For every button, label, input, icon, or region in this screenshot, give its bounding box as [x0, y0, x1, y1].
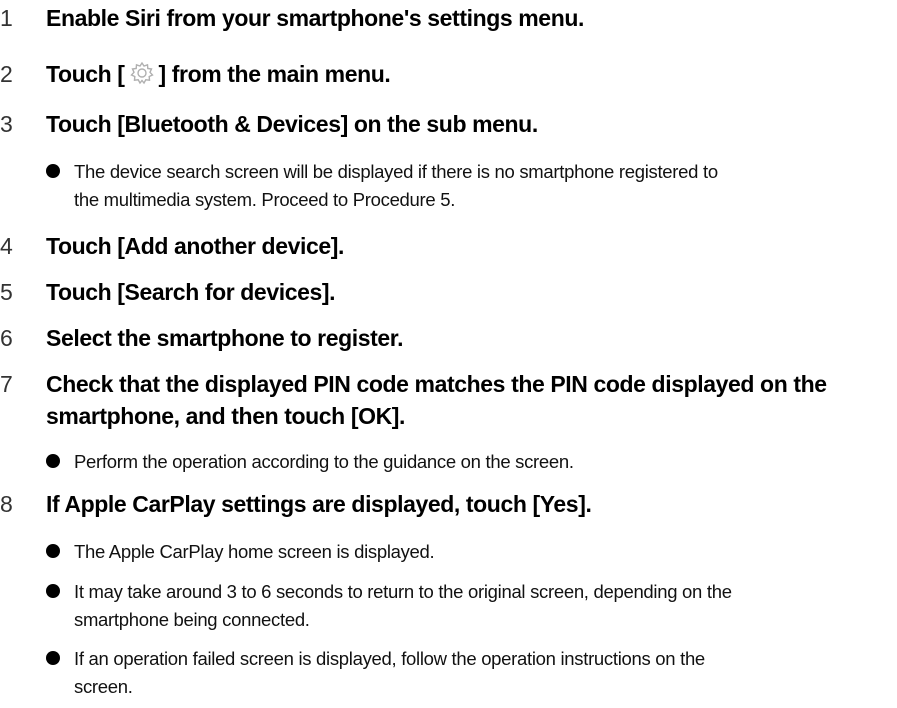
note-line: The Apple CarPlay home screen is display…	[74, 541, 435, 562]
step-instruction: Check that the displayed PIN code matche…	[46, 368, 827, 432]
note-line: the multimedia system. Proceed to Proced…	[74, 189, 456, 210]
note-line: It may take around 3 to 6 seconds to ret…	[74, 581, 732, 602]
step-number: 7	[0, 371, 13, 397]
bullet-icon	[46, 651, 60, 665]
step-line: smartphone, and then touch [OK].	[46, 403, 406, 429]
bullet-icon	[46, 454, 60, 468]
gear-icon	[127, 60, 157, 86]
step-number: 8	[0, 491, 13, 517]
step-instruction: Touch [Add another device].	[46, 233, 345, 259]
step-instruction: If Apple CarPlay settings are displayed,…	[46, 491, 592, 517]
bullet-icon	[46, 584, 60, 598]
note-line: screen.	[74, 676, 133, 697]
step-number: 6	[0, 325, 13, 351]
step-instruction: Enable Siri from your smartphone's setti…	[46, 5, 584, 31]
step-number: 4	[0, 233, 13, 259]
note-line: Perform the operation according to the g…	[74, 451, 574, 472]
step-number: 5	[0, 279, 13, 305]
step-instruction: Select the smartphone to register.	[46, 325, 404, 351]
step-text-after-icon: ] from the main menu.	[158, 61, 391, 87]
step-line: Check that the displayed PIN code matche…	[46, 371, 827, 397]
step-instruction: Touch [ ] from the main menu.	[46, 58, 391, 90]
step-number: 2	[0, 61, 13, 87]
note-line: The device search screen will be display…	[74, 161, 718, 182]
step-number: 3	[0, 111, 13, 137]
step-instruction: Touch [Search for devices].	[46, 279, 336, 305]
note-line: smartphone being connected.	[74, 609, 310, 630]
bullet-icon	[46, 544, 60, 558]
step-instruction: Touch [Bluetooth & Devices] on the sub m…	[46, 111, 538, 137]
bullet-icon	[46, 164, 60, 178]
step-number: 1	[0, 5, 13, 31]
step-text-before-icon: Touch [	[46, 61, 125, 87]
note-line: If an operation failed screen is display…	[74, 648, 705, 669]
